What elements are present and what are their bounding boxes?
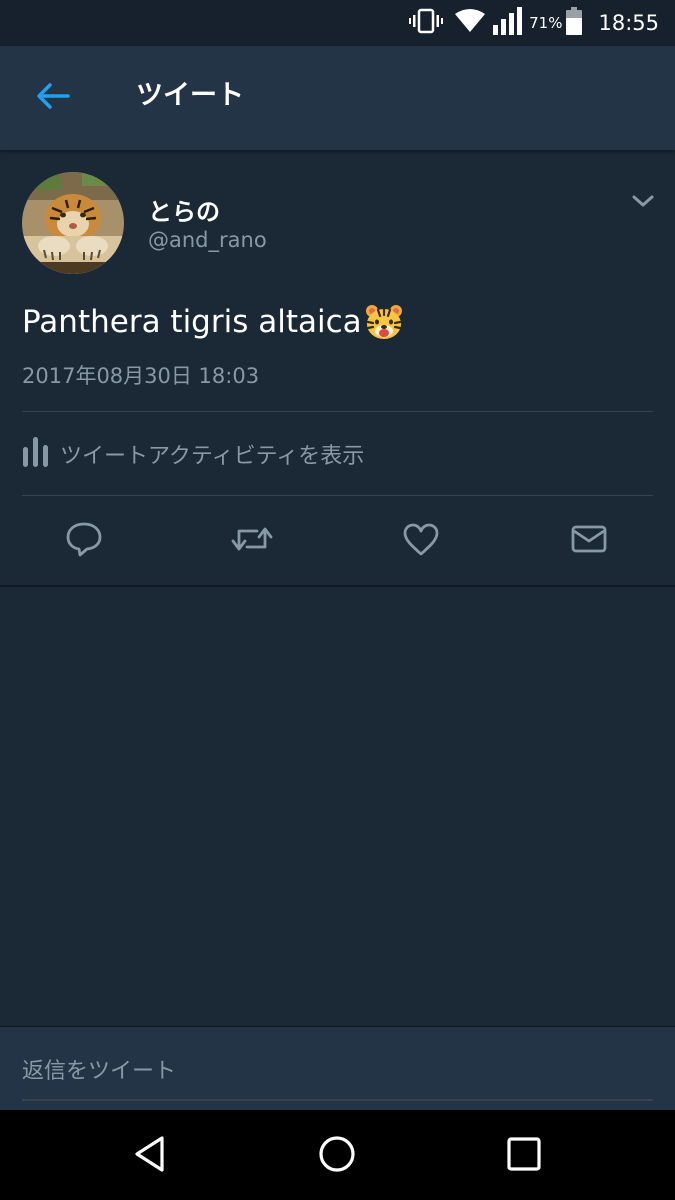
- divider: [22, 495, 653, 496]
- reply-bar: 返信をツイート: [0, 1026, 675, 1111]
- retweet-icon: [230, 522, 274, 560]
- vibrate-icon: [409, 8, 444, 38]
- envelope-icon: [570, 523, 608, 559]
- display-name[interactable]: とらの: [148, 192, 220, 227]
- nav-recents-button[interactable]: [500, 1132, 548, 1180]
- back-button[interactable]: [28, 76, 78, 120]
- like-button[interactable]: [399, 521, 443, 561]
- tiger-face-icon: [364, 302, 404, 342]
- user-handle[interactable]: @and_rano: [148, 228, 267, 252]
- chevron-down-icon: [628, 195, 658, 218]
- battery-percent: 71%: [529, 14, 563, 32]
- back-triangle-icon: [132, 1135, 168, 1177]
- status-time: 18:55: [598, 11, 659, 35]
- wifi-icon: [455, 9, 486, 37]
- reply-icon: [65, 521, 103, 561]
- back-arrow-icon: [36, 83, 70, 113]
- signal-icon: [493, 7, 523, 39]
- activity-label: ツイートアクティビティを表示: [60, 444, 365, 469]
- retweet-button[interactable]: [230, 521, 274, 561]
- tweet-activity-link[interactable]: ツイートアクティビティを表示: [22, 434, 364, 474]
- divider: [22, 411, 653, 412]
- recents-square-icon: [506, 1136, 542, 1176]
- tweet-timestamp: 2017年08月30日 18:03: [22, 364, 260, 388]
- reply-input[interactable]: 返信をツイート: [22, 1053, 176, 1085]
- tweet-actions: [0, 515, 675, 567]
- tweet-body: Panthera tigris altaica: [22, 304, 362, 340]
- home-circle-icon: [317, 1134, 357, 1178]
- system-nav-bar: [0, 1110, 675, 1200]
- tweet-text: Panthera tigris altaica: [22, 302, 404, 342]
- tiger-photo: [22, 172, 124, 274]
- tweet-detail: とらの @and_rano Panthera tigris altaica 20…: [0, 150, 675, 586]
- divider: [0, 585, 675, 587]
- status-bar: 71% 18:55: [0, 0, 675, 46]
- nav-home-button[interactable]: [313, 1132, 361, 1180]
- battery-icon: [566, 7, 583, 39]
- heart-icon: [402, 522, 440, 560]
- direct-message-button[interactable]: [567, 521, 611, 561]
- avatar[interactable]: [22, 172, 124, 274]
- nav-back-button[interactable]: [126, 1132, 174, 1180]
- app-bar: ツイート: [0, 46, 675, 150]
- reply-input-underline: [22, 1099, 653, 1101]
- bar-chart-icon: [22, 435, 60, 473]
- reply-button[interactable]: [62, 521, 106, 561]
- more-options-button[interactable]: [628, 188, 658, 214]
- page-title: ツイート: [136, 80, 244, 111]
